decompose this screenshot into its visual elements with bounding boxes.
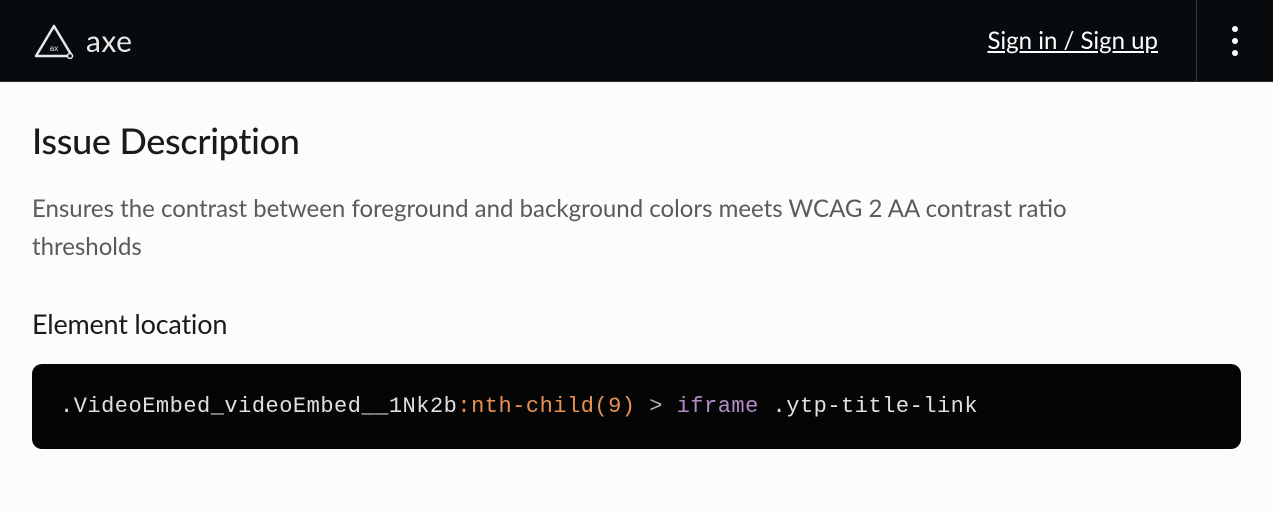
header: ax axe Sign in / Sign up xyxy=(0,0,1273,82)
header-right: Sign in / Sign up xyxy=(988,0,1273,81)
code-space xyxy=(759,394,773,419)
page-title: Issue Description xyxy=(32,118,1241,162)
element-location-code: .VideoEmbed_videoEmbed__1Nk2b:nth-child(… xyxy=(32,364,1241,449)
svg-text:ax: ax xyxy=(50,44,58,53)
more-menu-button[interactable] xyxy=(1197,0,1273,82)
code-selector-class: .VideoEmbed_videoEmbed__1Nk2b xyxy=(60,394,457,419)
issue-description-text: Ensures the contrast between foreground … xyxy=(32,190,1162,267)
code-combinator: > xyxy=(636,394,677,419)
logo-area[interactable]: ax axe xyxy=(32,23,133,59)
more-vertical-icon xyxy=(1232,26,1238,56)
sign-in-link[interactable]: Sign in / Sign up xyxy=(988,26,1197,55)
main-content: Issue Description Ensures the contrast b… xyxy=(0,82,1273,485)
axe-logo-icon: ax xyxy=(32,23,76,59)
logo-text: axe xyxy=(86,23,133,59)
code-selector-class2: .ytp-title-link xyxy=(773,394,979,419)
code-element-tag: iframe xyxy=(677,394,759,419)
code-pseudo-class: :nth-child(9) xyxy=(457,394,635,419)
element-location-heading: Element location xyxy=(32,307,1241,340)
